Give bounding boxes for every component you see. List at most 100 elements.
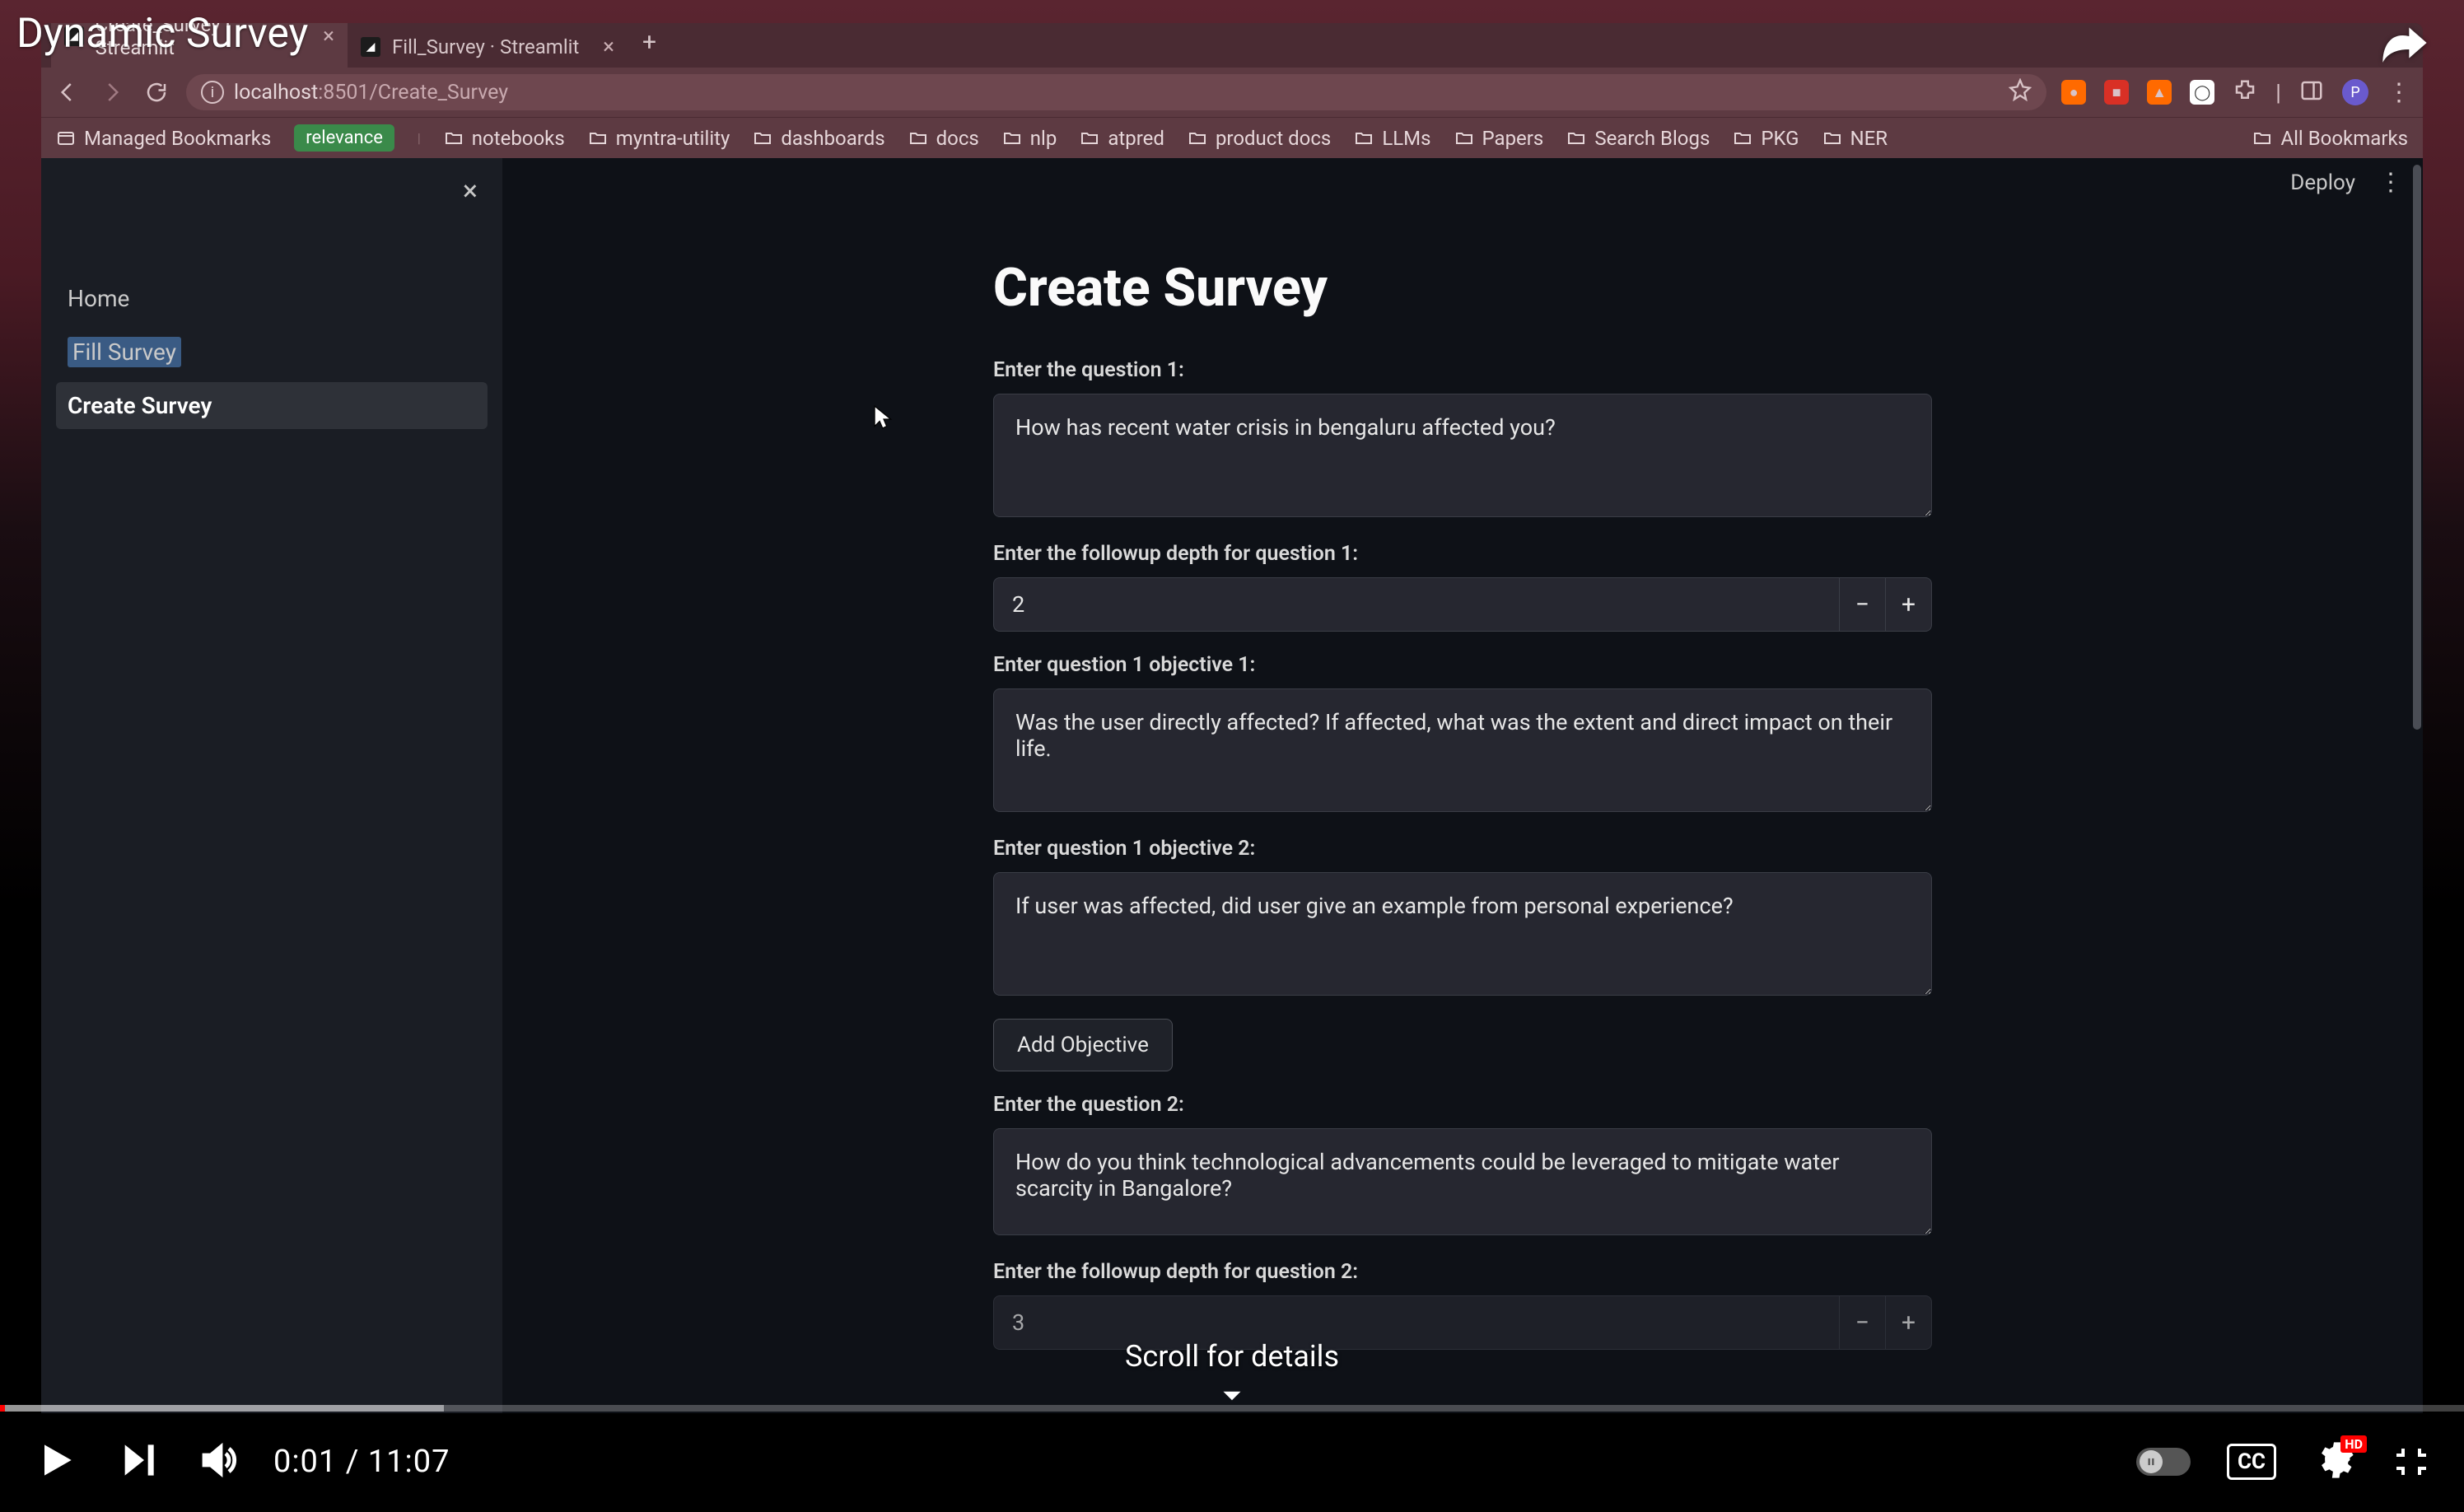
increment-button[interactable]: +: [1885, 578, 1931, 631]
reload-icon[interactable]: [142, 77, 171, 107]
sidebar-item-create-survey[interactable]: Create Survey: [56, 382, 488, 429]
decrement-button[interactable]: −: [1839, 578, 1885, 631]
extension-icon[interactable]: ◯: [2190, 80, 2214, 105]
decrement-button[interactable]: −: [1839, 1296, 1885, 1349]
relevance-pill[interactable]: relevance: [294, 124, 394, 152]
site-info-icon[interactable]: i: [201, 81, 224, 104]
q2-input[interactable]: [993, 1128, 1932, 1235]
q1-input[interactable]: [993, 394, 1932, 517]
kebab-icon[interactable]: ⋮: [2387, 78, 2411, 107]
browser-window: ◢ Create_Survey · Streamlit × ◢ Fill_Sur…: [41, 23, 2423, 1413]
depth1-stepper[interactable]: − +: [993, 577, 1932, 632]
streamlit-favicon: ◢: [361, 37, 380, 57]
streamlit-app: × Home Fill Survey Create Survey Deploy …: [41, 158, 2423, 1413]
add-objective-button[interactable]: Add Objective: [993, 1019, 1173, 1071]
bookmark-folder-papers[interactable]: Papers: [1454, 127, 1544, 150]
hd-badge: HD: [2340, 1435, 2367, 1453]
url-path: /Create_Survey: [369, 81, 508, 105]
main-content: Deploy ⋮ Create Survey Enter the questio…: [502, 158, 2423, 1413]
bookmark-folder-nlp[interactable]: nlp: [1002, 127, 1057, 150]
q2-label: Enter the question 2:: [993, 1093, 1932, 1117]
bookmark-label: atpred: [1108, 127, 1164, 150]
page-title: Create Survey: [993, 257, 1932, 319]
bookmark-label: Search Blogs: [1594, 127, 1710, 150]
bookmark-folder-pkg[interactable]: PKG: [1733, 127, 1799, 150]
bookmark-folder-llms[interactable]: LLMs: [1354, 127, 1430, 150]
depth2-label: Enter the followup depth for question 2:: [993, 1260, 1932, 1284]
bookmark-label: Papers: [1482, 127, 1544, 150]
scroll-for-details[interactable]: Scroll for details: [1125, 1339, 1339, 1413]
bookmark-folder-atpred[interactable]: atpred: [1080, 127, 1164, 150]
sidebar-item-fill-survey[interactable]: Fill Survey: [56, 329, 488, 376]
browser-tab-fill-survey[interactable]: ◢ Fill_Survey · Streamlit ×: [348, 26, 628, 68]
obj11-input[interactable]: [993, 688, 1932, 812]
managed-bookmarks[interactable]: Managed Bookmarks: [56, 127, 271, 150]
extension-icon[interactable]: ●: [2061, 80, 2086, 105]
tab-title: Fill_Survey · Streamlit: [392, 35, 579, 58]
close-icon[interactable]: ×: [323, 24, 334, 49]
bookmark-label: PKG: [1761, 127, 1799, 150]
bookmark-label: dashboards: [781, 127, 884, 150]
bookmark-folder-product-docs[interactable]: product docs: [1188, 127, 1331, 150]
bookmark-label: LLMs: [1382, 127, 1430, 150]
url-port: :8501: [318, 81, 369, 105]
url-host: localhost: [234, 81, 318, 105]
share-icon[interactable]: [2378, 16, 2431, 72]
mouse-cursor: [873, 405, 894, 436]
bookmark-label: docs: [936, 127, 979, 150]
sidebar-item-label: Fill Survey: [68, 337, 181, 367]
bookmark-label: notebooks: [472, 127, 565, 150]
close-icon[interactable]: ×: [603, 35, 614, 59]
obj12-input[interactable]: [993, 872, 1932, 996]
scrollbar[interactable]: [2411, 158, 2423, 1413]
settings-button[interactable]: HD: [2312, 1439, 2355, 1485]
app-menu-icon[interactable]: ⋮: [2378, 168, 2403, 197]
url-input[interactable]: i localhost:8501/Create_Survey: [186, 74, 2046, 110]
bookmark-folder-dashboards[interactable]: dashboards: [753, 127, 884, 150]
close-sidebar-icon[interactable]: ×: [463, 175, 478, 208]
bookmark-folder-myntra-utility[interactable]: myntra-utility: [588, 127, 730, 150]
bookmarks-bar: Managed Bookmarks relevance | notebooks …: [41, 117, 2423, 158]
time-display: 0:01 / 11:07: [273, 1444, 450, 1480]
progress-bar[interactable]: [0, 1405, 2464, 1412]
deploy-button[interactable]: Deploy: [2290, 170, 2355, 195]
autoplay-toggle[interactable]: [2136, 1448, 2191, 1476]
bookmark-folder-docs[interactable]: docs: [908, 127, 979, 150]
bookmark-label: Managed Bookmarks: [84, 127, 271, 150]
played-bar: [0, 1405, 5, 1412]
scroll-hint-label: Scroll for details: [1125, 1339, 1339, 1374]
depth2-input[interactable]: [994, 1296, 1839, 1349]
address-bar: i localhost:8501/Create_Survey ● ■ ▲ ◯ |…: [41, 68, 2423, 117]
q1-label: Enter the question 1:: [993, 358, 1932, 382]
bookmark-folder-notebooks[interactable]: notebooks: [444, 127, 565, 150]
back-icon[interactable]: [53, 77, 82, 107]
captions-button[interactable]: CC: [2227, 1444, 2276, 1480]
bookmark-label: All Bookmarks: [2280, 127, 2408, 150]
bookmark-folder-ner[interactable]: NER: [1822, 127, 1888, 150]
obj11-label: Enter question 1 objective 1:: [993, 653, 1932, 677]
extension-icon[interactable]: ▲: [2147, 80, 2172, 105]
extension-icon[interactable]: ■: [2104, 80, 2129, 105]
next-button[interactable]: [115, 1437, 161, 1486]
profile-avatar[interactable]: P: [2342, 79, 2368, 105]
tab-strip: ◢ Create_Survey · Streamlit × ◢ Fill_Sur…: [41, 23, 2423, 68]
extensions-icon[interactable]: [2233, 78, 2257, 106]
scrollbar-thumb[interactable]: [2413, 165, 2421, 730]
new-tab-button[interactable]: +: [628, 28, 671, 63]
bookmark-label: myntra-utility: [616, 127, 730, 150]
bookmark-folder-search-blogs[interactable]: Search Blogs: [1566, 127, 1710, 150]
depth1-input[interactable]: [994, 578, 1839, 631]
all-bookmarks[interactable]: All Bookmarks: [2252, 127, 2408, 150]
exit-fullscreen-button[interactable]: [2392, 1440, 2431, 1483]
sidebar-item-home[interactable]: Home: [56, 275, 488, 322]
obj12-label: Enter question 1 objective 2:: [993, 837, 1932, 861]
play-button[interactable]: [33, 1437, 79, 1486]
video-title: Dynamic Survey: [16, 10, 308, 58]
sidepanel-icon[interactable]: [2299, 78, 2324, 106]
increment-button[interactable]: +: [1885, 1296, 1931, 1349]
video-player-controls: 0:01 / 11:07 CC HD: [0, 1405, 2464, 1512]
volume-button[interactable]: [198, 1440, 237, 1483]
star-icon[interactable]: [2009, 78, 2032, 107]
bookmark-label: NER: [1850, 127, 1888, 150]
forward-icon[interactable]: [97, 77, 127, 107]
